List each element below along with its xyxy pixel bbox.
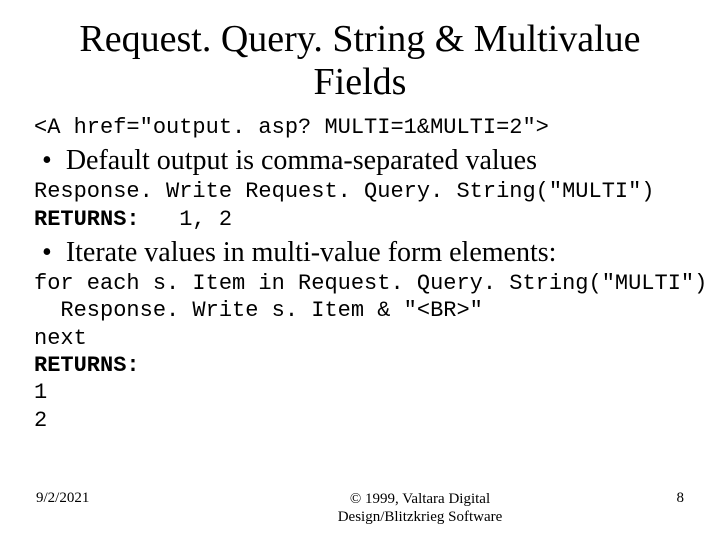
returns-block-2: RETURNS: (34, 353, 686, 378)
footer-page-number: 8 (644, 490, 684, 507)
returns-value-1: 1, 2 (140, 207, 232, 232)
footer-copyright: © 1999, Valtara Digital Design/Blitzkrie… (196, 490, 644, 526)
returns-label-1: RETURNS: (34, 207, 140, 232)
returns-2-line-2: 2 (34, 408, 686, 433)
title-line-1: Request. Query. String & Multivalue (79, 18, 640, 60)
code-anchor-href: <A href="output. asp? MULTI=1&MULTI=2"> (34, 115, 686, 140)
code-loop-line-1: for each s. Item in Request. Query. Stri… (34, 271, 686, 296)
code-response-write-1: Response. Write Request. Query. String("… (34, 179, 686, 204)
footer-date: 9/2/2021 (36, 490, 196, 507)
returns-2-line-1: 1 (34, 380, 686, 405)
code-loop-line-3: next (34, 326, 686, 351)
returns-label-2: RETURNS: (34, 353, 140, 378)
footer-copyright-line-2: Design/Blitzkrieg Software (338, 509, 503, 525)
slide-footer: 9/2/2021 © 1999, Valtara Digital Design/… (0, 490, 720, 526)
footer-copyright-line-1: © 1999, Valtara Digital (350, 491, 490, 507)
slide-title: Request. Query. String & Multivalue Fiel… (34, 18, 686, 103)
slide: Request. Query. String & Multivalue Fiel… (0, 0, 720, 540)
bullet-iterate-values: Iterate values in multi-value form eleme… (34, 236, 686, 269)
title-line-2: Fields (314, 61, 407, 103)
returns-block-1: RETURNS: 1, 2 (34, 207, 686, 232)
bullet-default-output: Default output is comma-separated values (34, 144, 686, 177)
code-loop-line-2: Response. Write s. Item & "<BR>" (34, 298, 686, 323)
